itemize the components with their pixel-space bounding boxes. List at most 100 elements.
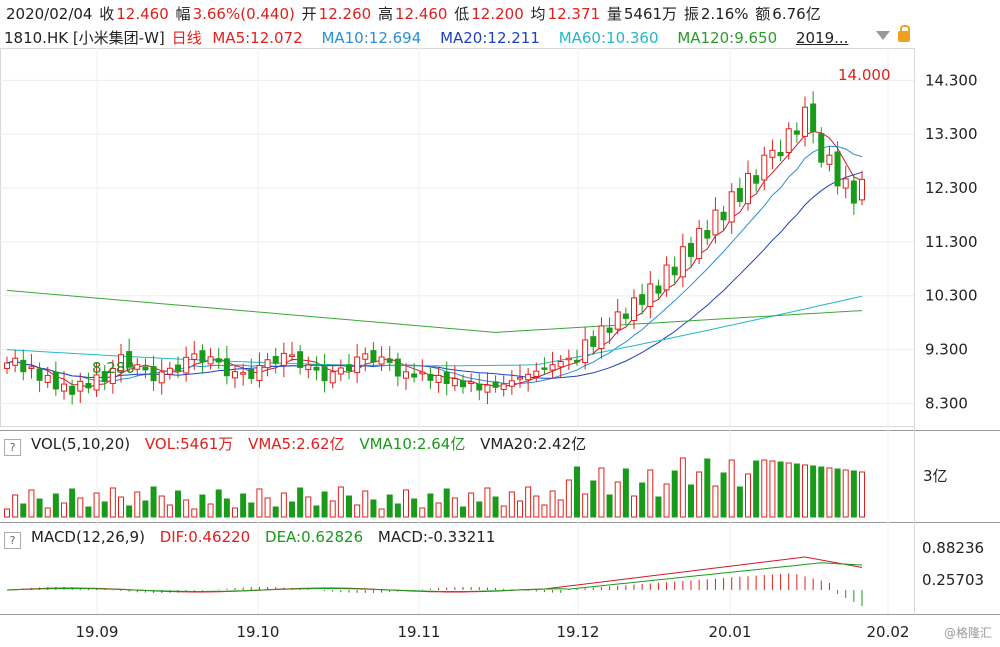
volume-bar xyxy=(557,499,564,518)
help-icon[interactable]: ? xyxy=(4,439,21,456)
candle-body xyxy=(476,383,483,391)
volume-bar xyxy=(859,471,865,518)
volume-bar xyxy=(44,507,51,518)
candle-body xyxy=(223,358,230,377)
candle-body xyxy=(679,246,686,278)
volume-bar xyxy=(720,472,727,518)
candle-body xyxy=(802,106,808,137)
candle-body xyxy=(12,357,19,366)
candle-body xyxy=(44,374,51,383)
volume-bar xyxy=(370,499,377,518)
candle-body xyxy=(207,356,214,365)
candle-body xyxy=(337,367,344,375)
candle-body xyxy=(745,172,751,205)
volume-bar xyxy=(36,498,43,518)
volume-bar xyxy=(248,502,255,518)
volume-bar xyxy=(207,503,214,518)
volume-bar xyxy=(704,458,711,518)
vol-tick-label: 3亿 xyxy=(923,467,948,485)
volume-bar xyxy=(28,489,35,518)
candle-body xyxy=(183,356,190,374)
volume-bar xyxy=(223,498,230,518)
candle-body xyxy=(191,353,198,360)
watermark: @格隆汇 xyxy=(943,626,992,640)
volume-bar xyxy=(834,468,841,518)
volume-bar xyxy=(175,490,181,518)
candle-body xyxy=(859,178,865,201)
candle-body xyxy=(850,180,857,204)
candle-body xyxy=(362,353,369,360)
volume-bar xyxy=(688,484,694,518)
volume-bar xyxy=(582,493,589,518)
volume-bar xyxy=(419,507,426,518)
volume-bar xyxy=(69,488,76,518)
candle-body xyxy=(248,368,255,379)
candle-body xyxy=(28,366,35,369)
candle-body xyxy=(93,374,100,391)
dea-value: DEA:0.62826 xyxy=(265,528,364,546)
candle-body xyxy=(85,383,92,389)
candle-body xyxy=(305,364,312,371)
volume-bar xyxy=(492,496,499,518)
ma5-line xyxy=(6,130,863,388)
candle-body xyxy=(500,383,507,390)
volume-bar xyxy=(574,466,580,518)
candle-body xyxy=(52,371,59,390)
candle-body xyxy=(240,372,247,375)
candle-body xyxy=(411,373,418,378)
help-icon[interactable]: ? xyxy=(4,532,21,549)
date-tick-label: 19.11 xyxy=(398,623,441,641)
volume-bar xyxy=(329,500,336,518)
volume-bar xyxy=(346,495,352,518)
volume-bar xyxy=(150,486,157,518)
volume-bar xyxy=(435,502,442,518)
candle-body xyxy=(606,327,613,333)
date-tick-label: 19.12 xyxy=(557,623,600,641)
volume-bar xyxy=(460,506,466,518)
candle-body xyxy=(69,385,76,395)
candle-body xyxy=(785,128,792,153)
volume-bar xyxy=(549,490,556,518)
volume-bar xyxy=(745,473,751,518)
volume-bar xyxy=(508,491,515,518)
dea-line xyxy=(6,562,863,592)
volume-bar xyxy=(305,496,312,518)
volume-bar xyxy=(850,470,857,518)
volume-bar xyxy=(802,464,808,518)
candle-body xyxy=(321,366,328,382)
stock-chart[interactable]: 14.300 13.300 12.300 11.300 10.300 9.300 8.300… xyxy=(0,0,1000,647)
volume-bar xyxy=(166,504,173,518)
macd-tick-label: 0.88236 xyxy=(922,539,984,557)
candle-body xyxy=(77,380,84,392)
volume-bar xyxy=(403,489,409,518)
volume-bar xyxy=(753,460,760,518)
volume-bar xyxy=(598,467,605,518)
volume-bar xyxy=(264,497,271,518)
volume-bar xyxy=(484,487,491,518)
candle-body xyxy=(590,336,597,347)
volume-bar xyxy=(614,481,621,518)
price-tick-label: 8.300 xyxy=(925,394,968,412)
volume-bar xyxy=(232,507,238,518)
volume-bar xyxy=(443,488,450,518)
candle-body xyxy=(671,266,678,276)
candle-body xyxy=(598,325,605,350)
price-tick-label: 11.300 xyxy=(925,233,978,251)
volume-bar xyxy=(354,504,361,518)
candle-body xyxy=(582,339,589,364)
candle-body xyxy=(826,154,833,165)
candle-body xyxy=(777,151,784,157)
volume-bar xyxy=(215,489,222,518)
volume-bar xyxy=(525,486,532,518)
candle-body xyxy=(419,371,426,375)
vol-title: VOL(5,10,20) xyxy=(31,435,131,453)
candle-body xyxy=(150,366,157,382)
volume-bar xyxy=(622,468,629,518)
volume-bar xyxy=(590,480,597,518)
candle-body xyxy=(280,352,287,366)
volume-bar xyxy=(761,459,768,518)
candle-body xyxy=(329,371,336,384)
candle-body xyxy=(394,358,401,377)
candle-body xyxy=(655,285,662,294)
volume-bar xyxy=(712,485,719,518)
